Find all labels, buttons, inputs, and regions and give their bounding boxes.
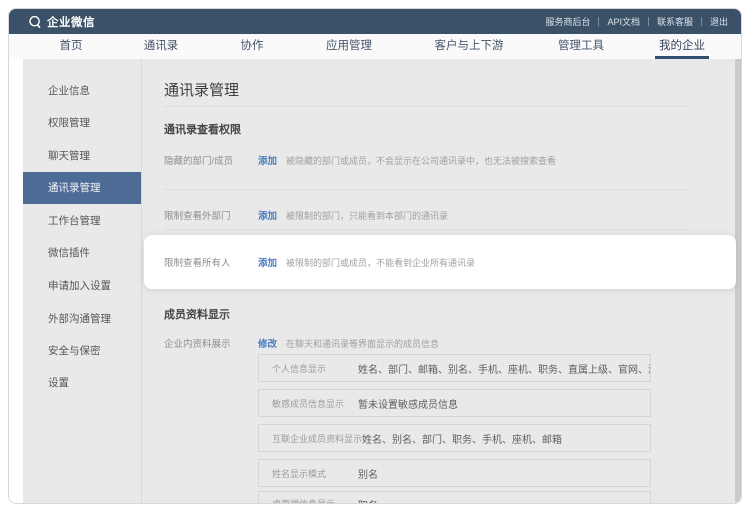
wework-logo-icon <box>28 15 42 29</box>
field-sensitive-member-info-display: 敏感成员信息显示 暂未设置敏感成员信息 <box>258 389 651 417</box>
separator <box>598 17 599 26</box>
service-provider-console-link[interactable]: 服务商后台 <box>545 15 590 28</box>
contact-support-link[interactable]: 联系客服 <box>657 15 693 28</box>
admin-console-window: 企业微信 服务商后台 API文档 联系客服 退出 首页 通讯录 协作 应用管理 … <box>8 8 742 504</box>
logout-link[interactable]: 退出 <box>710 15 728 28</box>
divider <box>164 106 691 107</box>
topbar-links: 服务商后台 API文档 联系客服 退出 <box>545 15 728 28</box>
tab-my-company[interactable]: 我的企业 <box>659 34 705 59</box>
tab-contacts[interactable]: 通讯录 <box>144 34 179 59</box>
row-label-hidden-departments: 隐藏的部门/成员 <box>164 153 233 167</box>
field-value: 姓名、部门、邮箱、别名、手机、座机、职务、直属上级、官网、测... <box>358 361 650 376</box>
add-restrict-outside-department-button[interactable]: 添加 <box>258 208 277 222</box>
field-name-display-mode: 姓名显示模式 别名 <box>258 459 651 487</box>
tab-customers[interactable]: 客户与上下游 <box>435 34 504 59</box>
field-desktop-info-display: 桌面端信息显示 职务 <box>258 491 651 504</box>
field-label: 互联企业成员资料显示 <box>272 432 362 445</box>
modify-internal-profile-button[interactable]: 修改 <box>258 336 277 350</box>
app-body: 企业信息 权限管理 聊天管理 通讯录管理 工作台管理 微信插件 申请加入设置 外… <box>9 59 741 503</box>
topbar: 企业微信 服务商后台 API文档 联系客服 退出 <box>9 9 741 34</box>
field-personal-info-display: 个人信息显示 姓名、部门、邮箱、别名、手机、座机、职务、直属上级、官网、测... <box>258 354 651 382</box>
main-nav: 首页 通讯录 协作 应用管理 客户与上下游 管理工具 我的企业 <box>9 34 741 59</box>
row-desc-restrict-everyone: 被限制的部门或成员，不能看到企业所有通讯录 <box>286 256 475 269</box>
add-restrict-everyone-button[interactable]: 添加 <box>258 255 277 269</box>
separator <box>648 17 649 26</box>
row-label-internal-profile: 企业内资料展示 <box>164 336 231 350</box>
page-title: 通讯录管理 <box>164 79 239 100</box>
content-area: 通讯录管理 通讯录查看权限 隐藏的部门/成员 添加 被隐藏的部门或成员，不会显示… <box>23 59 735 503</box>
row-desc-hidden-departments: 被隐藏的部门或成员，不会显示在公司通讯录中，也无法被搜索查看 <box>286 154 556 167</box>
field-value: 职务 <box>358 497 386 504</box>
section-heading-member-profile: 成员资料显示 <box>164 306 230 322</box>
field-value: 别名 <box>358 466 386 481</box>
settings-panel: 企业信息 权限管理 聊天管理 通讯录管理 工作台管理 微信插件 申请加入设置 外… <box>23 59 735 503</box>
api-docs-link[interactable]: API文档 <box>607 15 640 28</box>
tab-app-management[interactable]: 应用管理 <box>326 34 372 59</box>
separator <box>701 17 702 26</box>
row-label-restrict-everyone: 限制查看所有人 <box>164 255 231 269</box>
divider <box>164 189 691 190</box>
field-label: 敏感成员信息显示 <box>272 397 358 410</box>
field-label: 个人信息显示 <box>272 362 358 375</box>
brand-name: 企业微信 <box>47 14 95 30</box>
section-heading-view-permission: 通讯录查看权限 <box>164 121 241 137</box>
field-label: 姓名显示模式 <box>272 467 358 480</box>
divider <box>164 229 691 230</box>
add-hidden-departments-button[interactable]: 添加 <box>258 153 277 167</box>
brand: 企业微信 <box>28 14 95 30</box>
field-value: 姓名、别名、部门、职务、手机、座机、邮箱 <box>362 431 570 446</box>
field-label: 桌面端信息显示 <box>272 497 358 504</box>
tab-collaboration[interactable]: 协作 <box>241 34 264 59</box>
tab-admin-tools[interactable]: 管理工具 <box>558 34 604 59</box>
field-linked-enterprise-profile-display: 互联企业成员资料显示 姓名、别名、部门、职务、手机、座机、邮箱 <box>258 424 651 452</box>
field-value: 暂未设置敏感成员信息 <box>358 396 466 411</box>
tab-home[interactable]: 首页 <box>60 34 83 59</box>
row-desc-internal-profile: 在聊天和通讯录等界面显示的成员信息 <box>286 337 439 350</box>
row-label-restrict-outside-department: 限制查看外部门 <box>164 208 231 222</box>
row-desc-restrict-outside-department: 被限制的部门，只能看到本部门的通讯录 <box>286 209 448 222</box>
